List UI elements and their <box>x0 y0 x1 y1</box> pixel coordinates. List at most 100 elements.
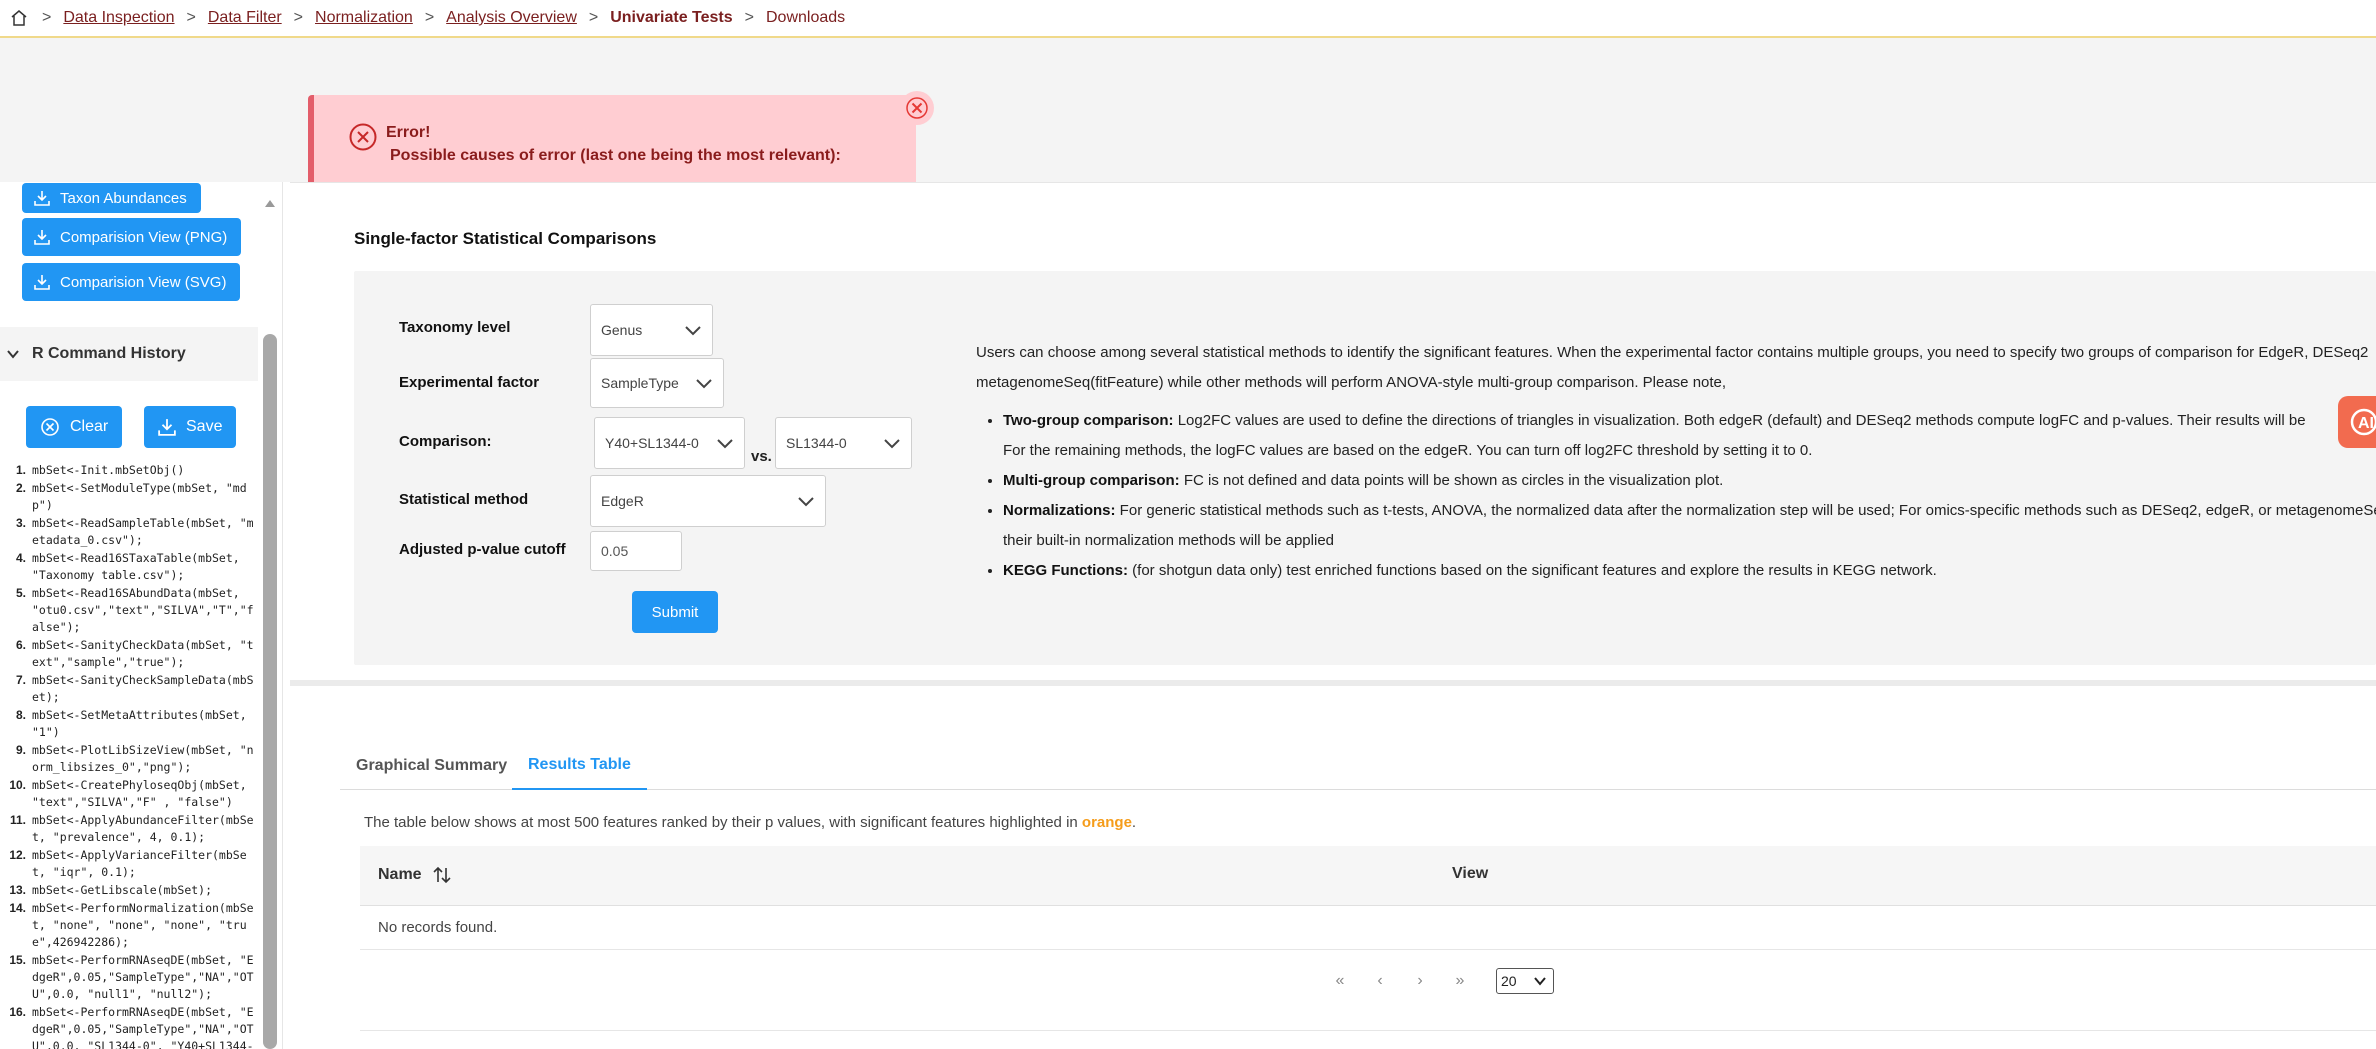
command-text: mbSet<-SetModuleType(mbSet, "mdp") <box>32 481 247 512</box>
r-command-history-title: R Command History <box>32 345 186 362</box>
taxonomy-level-select[interactable]: Genus <box>590 304 713 356</box>
statistical-method-value: EdgeR <box>601 493 644 509</box>
save-button[interactable]: Save <box>144 406 237 448</box>
download-icon <box>158 418 176 436</box>
sort-icon[interactable] <box>432 865 452 885</box>
command-text: mbSet<-PerformNormalization(mbSet, "none… <box>32 901 254 949</box>
results-section: Graphical Summary Results Table The tabl… <box>290 690 2376 1049</box>
last-page-icon[interactable]: » <box>1440 972 1480 990</box>
breadcrumb-data-inspection[interactable]: Data Inspection <box>63 9 174 27</box>
next-page-icon[interactable]: › <box>1400 972 1440 990</box>
comparison-group-b-select[interactable]: SL1344-0 <box>775 417 912 469</box>
message-area: Error! Possible causes of error (last on… <box>0 38 2376 201</box>
chevron-right-icon: > <box>186 9 196 26</box>
command-text: mbSet<-SetMetaAttributes(mbSet, "1") <box>32 708 247 739</box>
download-icon <box>34 190 50 206</box>
command-number: 13. <box>9 883 26 897</box>
r-command-history-header[interactable]: R Command History <box>0 327 258 381</box>
note-text: The table below shows at most 500 featur… <box>364 814 1082 831</box>
download-comparision-svg-button[interactable]: Comparision View (SVG) <box>22 263 241 301</box>
first-page-icon[interactable]: « <box>1320 972 1360 990</box>
experimental-factor-select[interactable]: SampleType <box>590 358 724 408</box>
clear-label: Clear <box>70 418 109 435</box>
submit-button[interactable]: Submit <box>632 591 718 633</box>
list-item: Multi-group comparison: FC is not define… <box>1003 466 2376 496</box>
download-comparision-png-button[interactable]: Comparision View (PNG) <box>22 218 242 256</box>
close-icon[interactable] <box>900 91 934 125</box>
list-item: Normalizations: For generic statistical … <box>1003 496 2376 556</box>
comparison-group-a-select[interactable]: Y40+SL1344-0 <box>594 417 745 469</box>
command-number: 16. <box>9 1005 26 1019</box>
statistical-method-select[interactable]: EdgeR <box>590 475 826 527</box>
ai-assistant-button[interactable]: AI <box>2338 396 2376 448</box>
command-number: 12. <box>9 848 26 862</box>
list-item: Two-group comparison: Log2FC values are … <box>1003 406 2376 466</box>
home-icon[interactable] <box>8 7 30 29</box>
pvalue-cutoff-input[interactable]: 0.05 <box>590 531 682 571</box>
comparison-label: Comparison: <box>399 433 492 450</box>
command-number: 1. <box>15 463 26 477</box>
command-number: 14. <box>9 901 26 915</box>
command-text: mbSet<-Read16SAbundData(mbSet, "otu0.csv… <box>32 586 254 634</box>
description-bullets: Two-group comparison: Log2FC values are … <box>1003 406 2376 586</box>
bullet-text: their built-in normalization methods wil… <box>1003 532 1335 549</box>
tab-graphical-summary[interactable]: Graphical Summary <box>340 742 523 790</box>
bullet-title: Multi-group comparison: <box>1003 472 1180 489</box>
scrollbar-thumb[interactable] <box>263 334 277 1049</box>
breadcrumb: > Data Inspection > Data Filter > Normal… <box>0 0 2376 38</box>
column-name-header[interactable]: Name <box>378 865 452 885</box>
list-item: 16. mbSet<-PerformRNAseqDE(mbSet, "EdgeR"… <box>0 1004 262 1049</box>
command-text: mbSet<-ApplyAbundanceFilter(mbSet, "prev… <box>32 813 254 844</box>
breadcrumb-normalization[interactable]: Normalization <box>315 9 413 27</box>
sidebar: Taxon Abundances Comparision View (PNG) … <box>0 182 283 1049</box>
page-title: Single-factor Statistical Comparisons <box>354 229 657 248</box>
results-tabs: Graphical Summary Results Table <box>340 742 2376 790</box>
chevron-down-icon <box>684 324 702 336</box>
error-circle-icon <box>348 122 378 152</box>
list-item: 7. mbSet<-SanityCheckSampleData(mbSet); <box>0 672 262 706</box>
description-line: metagenomeSeq(fitFeature) while other me… <box>976 374 1727 391</box>
bullet-title: KEGG Functions: <box>1003 562 1128 579</box>
list-item: 9. mbSet<-PlotLibSizeView(mbSet, "norm_li… <box>0 742 262 776</box>
command-number: 5. <box>15 586 26 600</box>
command-number: 6. <box>15 638 26 652</box>
list-item: 15. mbSet<-PerformRNAseqDE(mbSet, "EdgeR"… <box>0 952 262 1003</box>
chevron-down-icon <box>695 377 713 389</box>
column-name-label: Name <box>378 866 422 883</box>
command-number: 9. <box>15 743 26 757</box>
command-text: mbSet<-PerformRNAseqDE(mbSet, "EdgeR",0.… <box>32 1005 254 1049</box>
error-message: Possible causes of error (last one being… <box>390 147 841 164</box>
statistical-method-label: Statistical method <box>399 491 529 508</box>
bullet-text: Log2FC values are used to define the dir… <box>1173 412 2306 429</box>
command-history-list: 1. mbSet<-Init.mbSetObj() 2. mbSet<-SetMod… <box>0 462 262 1049</box>
clear-circle-icon <box>40 417 60 437</box>
command-text: mbSet<-SanityCheckData(mbSet, "text","sa… <box>32 638 254 669</box>
experimental-factor-label: Experimental factor <box>399 374 540 391</box>
tab-results-table[interactable]: Results Table <box>512 742 647 790</box>
bullet-text: FC is not defined and data points will b… <box>1179 472 1724 489</box>
chevron-right-icon: > <box>588 9 599 26</box>
chevron-right-icon: > <box>744 9 754 26</box>
command-number: 8. <box>15 708 26 722</box>
note-suffix: . <box>1131 814 1137 831</box>
list-item: 13. mbSet<-GetLibscale(mbSet); <box>0 882 262 899</box>
prev-page-icon[interactable]: ‹ <box>1360 972 1400 990</box>
download-taxon-abundances-button[interactable]: Taxon Abundances <box>22 183 201 213</box>
vs-label: vs. <box>751 448 772 465</box>
comparison-group-a-value: Y40+SL1344-0 <box>605 435 699 451</box>
clear-button[interactable]: Clear <box>26 406 123 448</box>
pvalue-cutoff-value: 0.05 <box>601 543 629 559</box>
list-item: 1. mbSet<-Init.mbSetObj() <box>0 462 262 479</box>
command-number: 10. <box>9 778 26 792</box>
method-description: Users can choose among several statistic… <box>976 338 2376 586</box>
command-number: 11. <box>9 813 26 827</box>
breadcrumb-data-filter[interactable]: Data Filter <box>208 9 282 27</box>
breadcrumb-analysis-overview[interactable]: Analysis Overview <box>446 9 577 27</box>
scroll-up-arrow-icon[interactable] <box>263 196 277 210</box>
experimental-factor-value: SampleType <box>601 375 679 391</box>
rows-per-page-select[interactable]: 20 <box>1496 968 1554 994</box>
chevron-down-icon <box>883 437 901 449</box>
list-item: 8. mbSet<-SetMetaAttributes(mbSet, "1") <box>0 707 262 741</box>
breadcrumb-downloads[interactable]: Downloads <box>766 9 845 27</box>
download-label: Comparision View (SVG) <box>60 273 227 291</box>
